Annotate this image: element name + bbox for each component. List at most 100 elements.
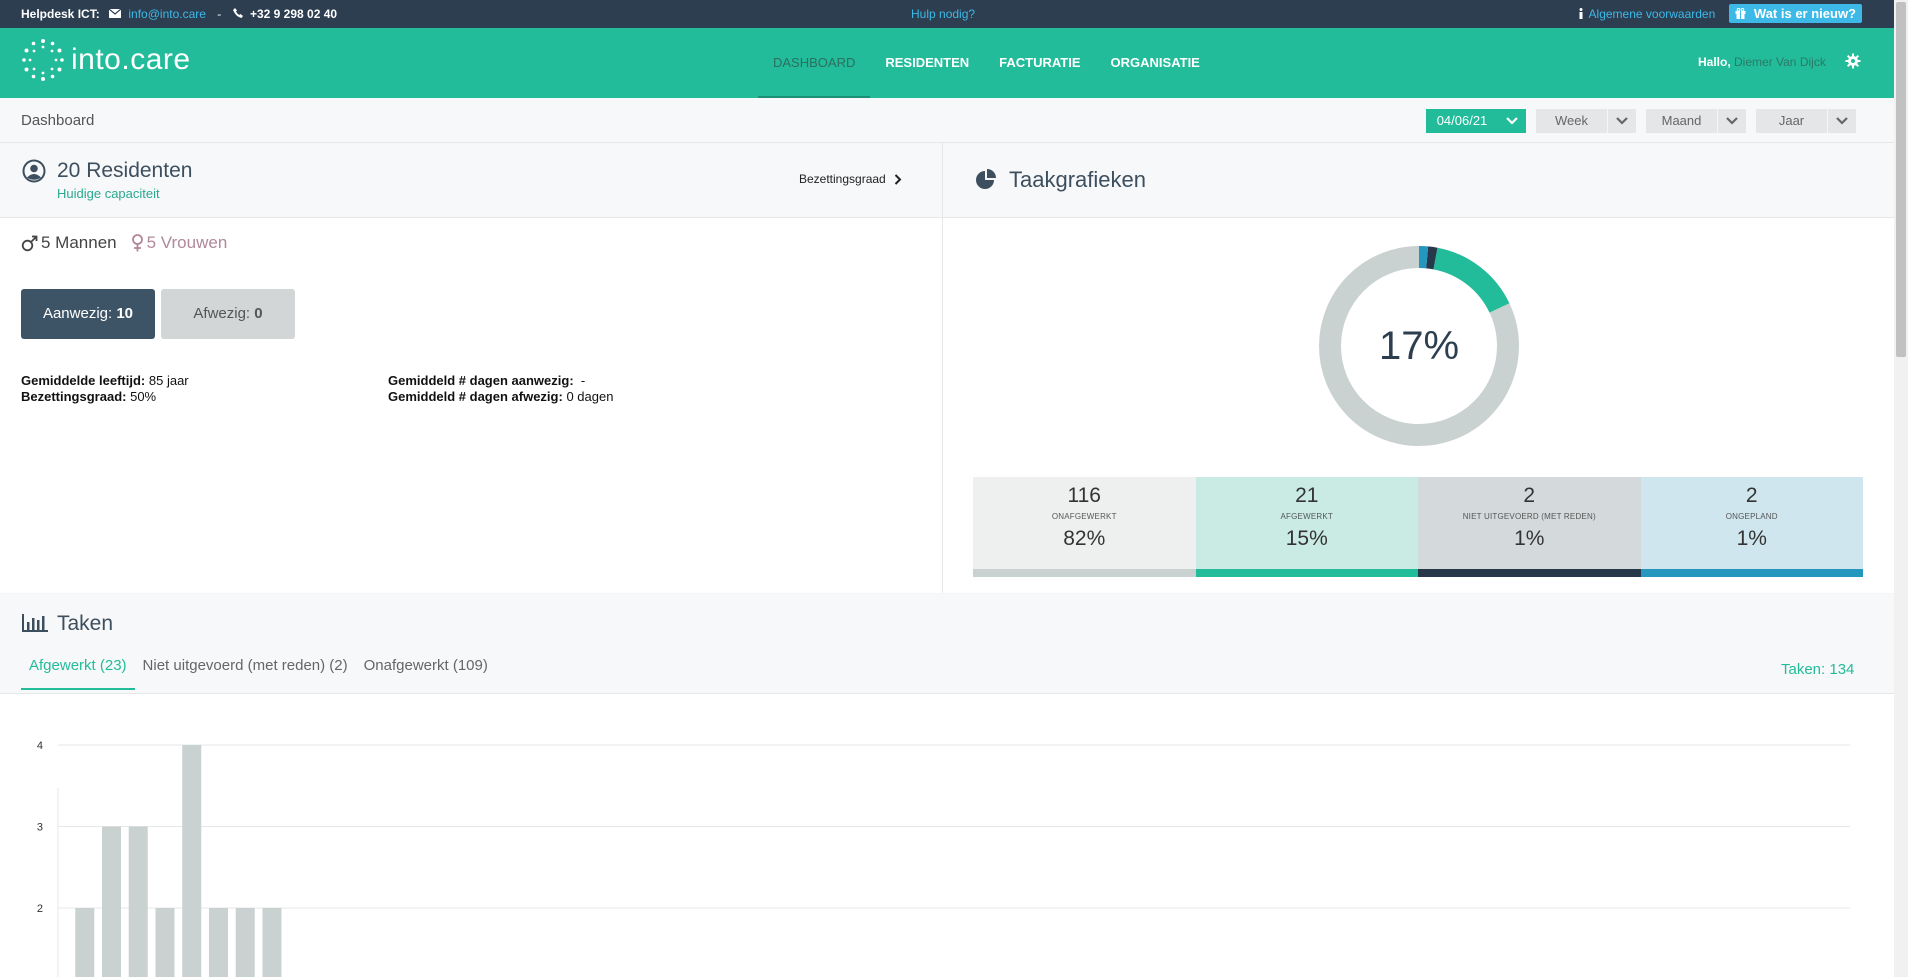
status-count: 2 (1745, 484, 1758, 507)
year-select[interactable]: Jaar (1756, 109, 1856, 133)
separator: - (217, 7, 222, 21)
breadcrumb: Dashboard (21, 112, 95, 129)
y-tick-label: 2 (37, 903, 43, 915)
tasks-tabs: Afgewerkt (23) Niet uitgevoerd (met rede… (21, 657, 496, 690)
year-label: Jaar (1778, 113, 1805, 128)
user-circle-icon (22, 159, 46, 183)
male-icon (21, 235, 38, 251)
tasks-section: Taken Afgewerkt (23) Niet uitgevoerd (me… (0, 594, 1894, 977)
month-label: Maand (1661, 113, 1702, 128)
status-color-bar (1418, 569, 1641, 577)
tab-afgewerkt[interactable]: Afgewerkt (23) (21, 657, 135, 690)
status-box-ongepland[interactable]: 2 ONGEPLAND 1% (1640, 477, 1863, 577)
chart-bar[interactable] (155, 908, 175, 977)
month-select[interactable]: Maand (1646, 109, 1746, 133)
tab-onafgewerkt[interactable]: Onafgewerkt (109) (356, 657, 496, 690)
y-tick-label: 3 (37, 822, 43, 834)
status-percent: 82% (1063, 527, 1106, 550)
chart-bar[interactable] (75, 908, 95, 977)
helpdesk-email-link[interactable]: info@into.care (128, 7, 206, 21)
bar-chart-icon (22, 614, 48, 632)
scrollbar-thumb[interactable] (1896, 2, 1906, 357)
pie-chart-icon (976, 169, 996, 189)
avg-days-present-value: - (580, 373, 586, 388)
residents-panel: 20 Residenten Huidige capaciteit Bezetti… (0, 143, 943, 593)
chart-bar[interactable] (101, 826, 121, 977)
avg-days-present-label: Gemiddeld # dagen aanwezig: (388, 373, 574, 388)
tasks-total: Taken: 134 (1781, 661, 1855, 678)
gear-icon[interactable] (1845, 53, 1861, 69)
stats-right: Gemiddeld # dagen aanwezig: - Gemiddeld … (388, 373, 613, 405)
nav-residenten[interactable]: RESIDENTEN (870, 28, 984, 98)
user-name-link[interactable]: Diemer Van Dijck (1734, 55, 1826, 69)
gender-summary: 5 Mannen 5 Vrouwen (21, 233, 227, 253)
period-selector: 04/06/21 Week Maand Jaar (1416, 109, 1856, 133)
present-button[interactable]: Aanwezig: 10 (21, 289, 155, 339)
present-value: 10 (116, 305, 134, 322)
status-label: NIET UITGEVOERD (MET REDEN) (1462, 512, 1596, 521)
helpdesk-phone[interactable]: +32 9 298 02 40 (250, 7, 337, 21)
helpdesk-label: Helpdesk ICT: (21, 7, 100, 21)
date-select[interactable]: 04/06/21 (1426, 109, 1526, 133)
tasks-bar-chart: 1234 (37, 740, 1850, 977)
status-color-bar (1640, 569, 1863, 577)
envelope-icon (108, 8, 122, 18)
female-icon (131, 234, 143, 252)
men-count: 5 Mannen (41, 233, 117, 252)
tab-niet-uitgevoerd[interactable]: Niet uitgevoerd (met reden) (2) (135, 657, 356, 690)
task-charts-panel: Taakgrafieken 17% 116 ONAFGEWERKT 82% 21… (943, 143, 1894, 593)
status-box-onafgewerkt[interactable]: 116 ONAFGEWERKT 82% (973, 477, 1196, 577)
status-label: ONGEPLAND (1725, 512, 1778, 521)
tasks-header: Taken Afgewerkt (23) Niet uitgevoerd (me… (0, 594, 1894, 694)
week-label: Week (1555, 113, 1588, 128)
gift-icon (1735, 7, 1746, 19)
absent-value: 0 (254, 305, 263, 322)
week-select[interactable]: Week (1536, 109, 1636, 133)
status-box-afgewerkt[interactable]: 21 AFGEWERKT 15% (1195, 477, 1418, 577)
nav-facturatie[interactable]: FACTURATIE (984, 28, 1095, 98)
sub-bar: Dashboard 04/06/21 Week Maand Jaar (0, 98, 1894, 143)
chart-bar[interactable] (208, 908, 228, 977)
nav-organisatie[interactable]: ORGANISATIE (1096, 28, 1215, 98)
terms-link[interactable]: Algemene voorwaarden (1589, 7, 1716, 21)
task-status-boxes: 116 ONAFGEWERKT 82% 21 AFGEWERKT 15% 2 N… (973, 477, 1863, 577)
chevron-right-icon (894, 173, 902, 185)
nav-dashboard[interactable]: DASHBOARD (758, 28, 871, 98)
page-scrollbar[interactable] (1894, 0, 1908, 977)
chart-bar[interactable] (235, 908, 255, 977)
residents-title: 20 Residenten (57, 159, 193, 182)
whats-new-button[interactable]: Wat is er nieuw? (1729, 4, 1862, 23)
occupancy-link-label: Bezettingsgraad (799, 172, 886, 186)
task-charts-header: Taakgrafieken (943, 143, 1894, 218)
avg-age-value: 85 jaar (148, 373, 189, 388)
status-percent: 1% (1736, 527, 1767, 550)
y-tick-label: 4 (37, 740, 43, 752)
chevron-down-icon (1726, 117, 1738, 125)
helpdesk-info: Helpdesk ICT: info@into.care - +32 9 298… (21, 7, 337, 21)
logo-mark-icon (22, 39, 64, 81)
logo[interactable]: into.care (21, 38, 191, 82)
occupancy-link[interactable]: Bezettingsgraad (799, 172, 902, 186)
avg-days-absent-label: Gemiddeld # dagen afwezig: (388, 389, 563, 404)
chart-bar[interactable] (128, 826, 148, 977)
status-count: 2 (1523, 484, 1536, 507)
task-donut-chart: 17% (1319, 246, 1519, 446)
chevron-down-icon (1836, 117, 1848, 125)
status-label: AFGEWERKT (1280, 512, 1333, 521)
chevron-down-icon (1506, 117, 1518, 125)
status-count: 116 (1067, 484, 1101, 507)
info-icon (1579, 8, 1583, 19)
chart-bar[interactable] (182, 745, 202, 977)
chevron-down-icon (1616, 117, 1628, 125)
absent-label: Afwezig: (193, 305, 251, 322)
status-box-niet-uitgevoerd[interactable]: 2 NIET UITGEVOERD (MET REDEN) 1% (1418, 477, 1641, 577)
present-label: Aanwezig: (42, 305, 113, 322)
status-percent: 15% (1285, 527, 1328, 550)
avg-age-label: Gemiddelde leeftijd: (21, 373, 146, 388)
help-link[interactable]: Hulp nodig? (911, 7, 975, 21)
logo-text: into.care (71, 43, 191, 76)
absent-button[interactable]: Afwezig: 0 (161, 289, 295, 339)
residents-subtitle: Huidige capaciteit (57, 186, 160, 201)
chart-bar[interactable] (262, 908, 282, 977)
stats-left: Gemiddelde leeftijd: 85 jaar Bezettingsg… (21, 373, 189, 405)
